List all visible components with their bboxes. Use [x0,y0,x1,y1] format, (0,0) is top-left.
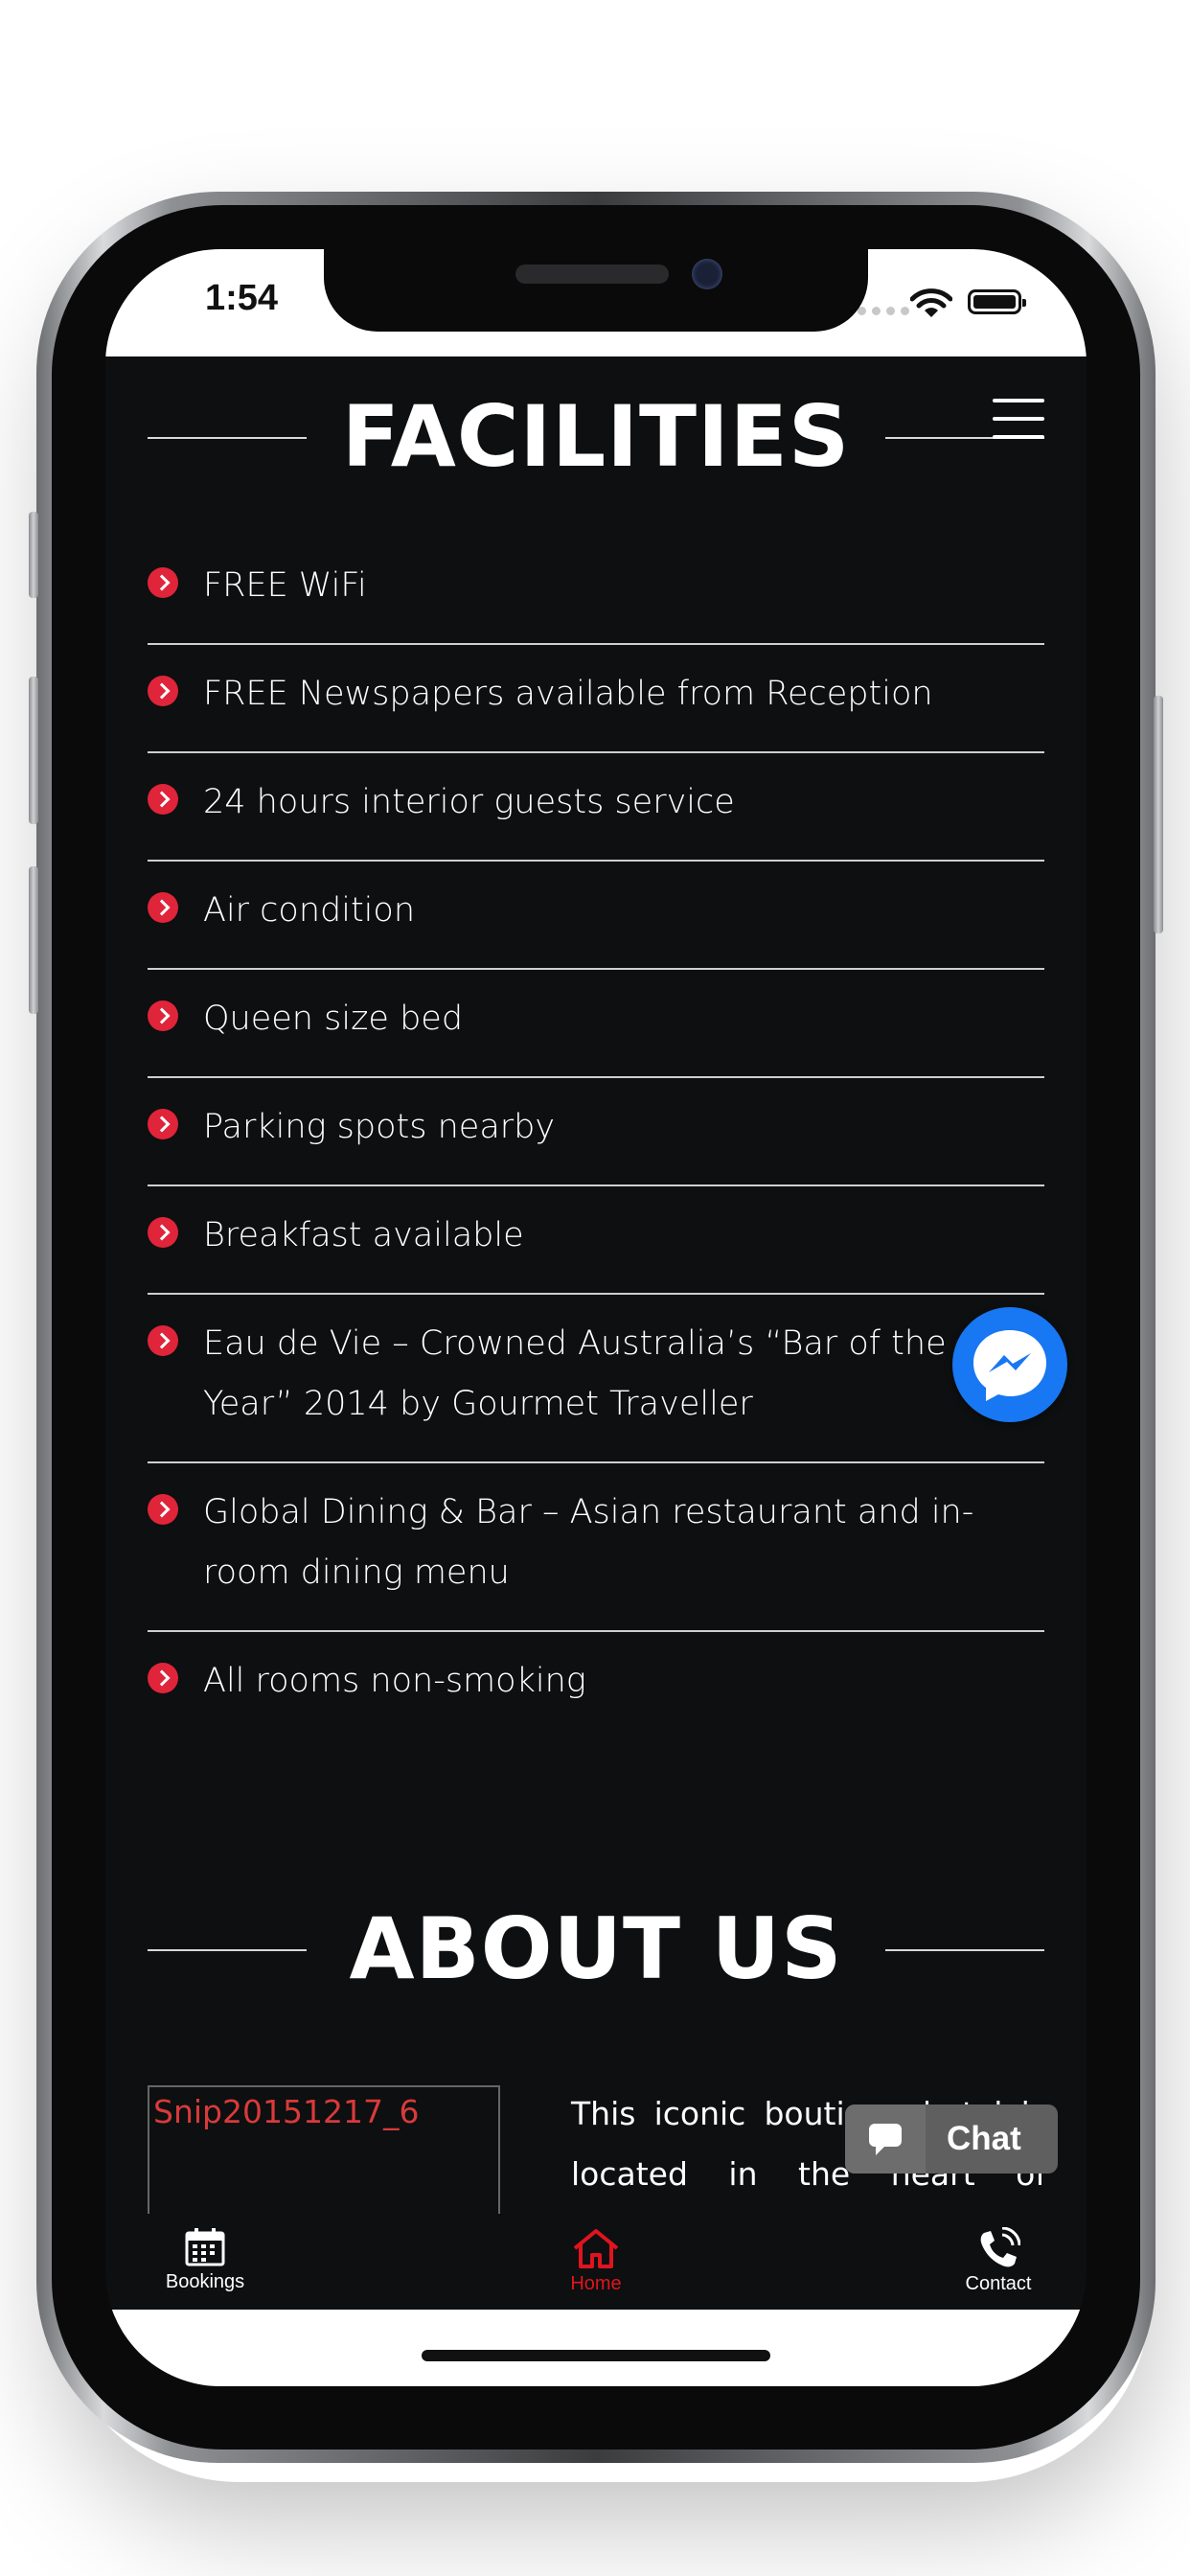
hamburger-menu-icon[interactable] [993,399,1044,439]
volume-down-button [29,866,38,1014]
chat-label: Chat [947,2120,1021,2157]
facility-text: Air condition [203,891,416,930]
facility-text: Eau de Vie – Crowned Australia’s “Bar of… [203,1324,947,1423]
chat-bubble-icon [845,2104,926,2174]
list-item: FREE WiFi [148,537,1044,645]
nav-label: Bookings [165,2271,245,2292]
chevron-right-circle-icon [148,1325,178,1356]
mute-switch [29,512,38,598]
front-camera [692,259,722,289]
chevron-right-circle-icon [148,1663,178,1693]
chevron-right-circle-icon [148,892,178,923]
battery-icon [968,289,1026,314]
list-item: Breakfast available [148,1186,1044,1295]
facility-text: 24 hours interior guests service [203,783,735,821]
chevron-right-circle-icon [148,1494,178,1525]
home-icon [573,2229,619,2268]
nav-label: Contact [965,2273,1032,2294]
chevron-right-circle-icon [148,1000,178,1031]
list-item: Air condition [148,862,1044,970]
chat-widget-button[interactable]: Chat [845,2104,1058,2174]
facility-text: Queen size bed [203,1000,464,1038]
facility-text: FREE Newspapers available from Reception [203,675,933,713]
chevron-right-circle-icon [148,784,178,815]
list-item: Eau de Vie – Crowned Australia’s “Bar of… [148,1295,1044,1463]
status-time: 1:54 [205,278,279,318]
phone-icon [980,2227,1020,2267]
nav-contact[interactable]: Contact [931,2227,1065,2295]
bottom-navigation: Bookings Home Contact [105,2214,1087,2310]
nav-bookings[interactable]: Bookings [138,2227,272,2293]
chevron-right-circle-icon [148,676,178,706]
power-button [1154,696,1163,933]
chevron-right-circle-icon [148,567,178,598]
nav-home[interactable]: Home [529,2227,663,2295]
messenger-icon [973,1330,1046,1401]
list-item: 24 hours interior guests service [148,753,1044,862]
earpiece-speaker [515,264,669,284]
facilities-list: FREE WiFi FREE Newspapers available from… [148,537,1044,1738]
facility-text: Global Dining & Bar – Asian restaurant a… [203,1493,974,1592]
messenger-button[interactable] [952,1307,1067,1422]
title-divider-right [885,1949,1044,1951]
volume-up-button [29,677,38,824]
chevron-right-circle-icon [148,1109,178,1139]
chevron-right-circle-icon [148,1217,178,1248]
calendar-icon [185,2228,225,2266]
list-item: Global Dining & Bar – Asian restaurant a… [148,1463,1044,1632]
about-image-placeholder: Snip20151217_6 [148,2085,500,2220]
facility-text: Parking spots nearby [203,1108,556,1146]
list-item: All rooms non-smoking [148,1632,1044,1738]
device-notch [324,249,868,332]
list-item: Queen size bed [148,970,1044,1078]
wifi-icon [910,288,952,317]
list-item: Parking spots nearby [148,1078,1044,1186]
list-item: FREE Newspapers available from Reception [148,645,1044,753]
facility-text: All rooms non-smoking [203,1662,586,1700]
image-alt-text: Snip20151217_6 [153,2093,420,2130]
nav-label: Home [570,2273,622,2294]
facility-text: FREE WiFi [203,566,367,605]
facility-text: Breakfast available [203,1216,524,1254]
app-screen: 1:54 FACILITIES FREE WiFi FREE Newspaper… [105,249,1087,2386]
home-indicator[interactable] [422,2350,770,2361]
cellular-signal-icon [858,307,909,315]
home-indicator-area [105,2310,1087,2386]
